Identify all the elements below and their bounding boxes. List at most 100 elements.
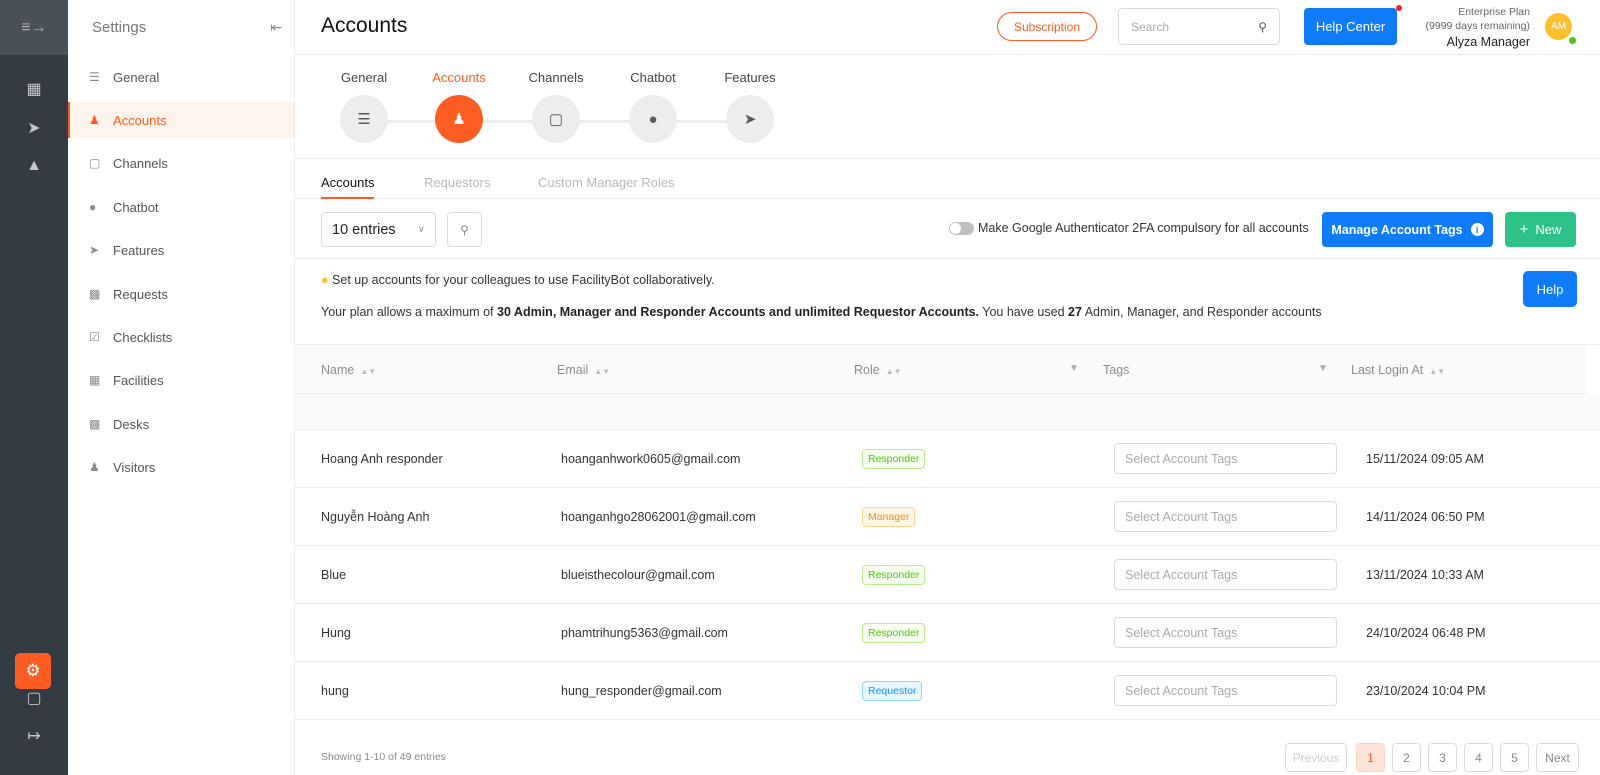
info-icon: i [1470, 223, 1484, 236]
dashboard-icon[interactable]: ▦ [0, 79, 68, 99]
building-icon[interactable]: ▲ [0, 157, 68, 175]
user-group-icon: ♟ [89, 113, 100, 127]
step-channels[interactable]: Channels ▢ [507, 70, 605, 143]
column-role[interactable]: Role ▲▼ [854, 363, 902, 377]
table-row[interactable]: Hoang Anh responder hoanganhwork0605@gma… [295, 430, 1600, 488]
plan-limit-text: Your plan allows a maximum of 30 Admin, … [321, 305, 1322, 319]
sidebar-item-general[interactable]: ☰ General [68, 59, 294, 95]
manage-account-tags-button[interactable]: Manage Account Tags i [1322, 212, 1493, 247]
column-last-login[interactable]: Last Login At ▲▼ [1351, 363, 1445, 377]
rocket-icon: ➤ [726, 95, 774, 143]
help-center-button[interactable]: Help Center [1304, 8, 1397, 45]
account-tags-select[interactable]: Select Account Tags [1114, 559, 1337, 590]
page-2-button[interactable]: 2 [1392, 743, 1421, 772]
search-icon: ⚲ [460, 222, 469, 237]
step-chatbot[interactable]: Chatbot ● [604, 70, 702, 143]
tab-requestors[interactable]: Requestors [424, 175, 490, 199]
calendar-icon: ▦ [89, 373, 101, 387]
role-badge: Responder [862, 449, 926, 469]
sliders-icon: ☰ [340, 95, 388, 143]
step-features[interactable]: Features ➤ [701, 70, 799, 143]
table-header: Name ▲▼ Email ▲▼ Role ▲▼ ▼ Tags ▼ Last Logi… [295, 345, 1586, 394]
account-tags-select[interactable]: Select Account Tags [1114, 501, 1337, 532]
table-row[interactable]: Blue blueisthecolour@gmail.com Responder… [295, 546, 1600, 604]
sidebar-item-checklists[interactable]: ☑ Checklists [68, 319, 294, 355]
visitor-icon: ♟ [89, 460, 100, 474]
menu-fold-icon[interactable]: ≡→ [0, 0, 68, 55]
step-accounts[interactable]: Accounts ♟ [410, 70, 508, 143]
sort-icon[interactable]: ▲▼ [594, 367, 610, 376]
step-general[interactable]: General ☰ [315, 70, 413, 143]
new-account-button[interactable]: + New [1505, 212, 1576, 247]
plan-info: Enterprise Plan (9999 days remaining) Al… [1405, 5, 1530, 49]
sidebar-item-desks[interactable]: ▩ Desks [68, 406, 294, 442]
page-4-button[interactable]: 4 [1464, 743, 1493, 772]
twofa-label: Make Google Authenticator 2FA compulsory… [978, 221, 1309, 235]
sidebar-title: Settings [92, 19, 147, 36]
chat-icon: ● [629, 95, 677, 143]
sidebar-item-channels[interactable]: ▢ Channels [68, 145, 294, 181]
account-tags-select[interactable]: Select Account Tags [1114, 443, 1337, 474]
sidebar-item-facilities[interactable]: ▦ Facilities [68, 362, 294, 398]
desk-icon: ▩ [89, 417, 101, 431]
search-placeholder: Search [1131, 19, 1170, 34]
cube-icon[interactable]: ▢ [0, 688, 68, 708]
checklist-icon: ☑ [89, 330, 100, 344]
page-title: Accounts [321, 14, 408, 37]
tab-custom-manager-roles[interactable]: Custom Manager Roles [538, 175, 675, 199]
twofa-toggle[interactable] [949, 221, 974, 235]
search-icon: ⚲ [1258, 19, 1267, 34]
previous-page-button[interactable]: Previous [1285, 743, 1347, 772]
accounts-info: ● Set up accounts for your colleagues to… [295, 259, 1600, 345]
account-tags-select[interactable]: Select Account Tags [1114, 675, 1337, 706]
help-button[interactable]: Help [1523, 271, 1577, 307]
logout-icon[interactable]: ↦ [0, 726, 68, 746]
sort-icon[interactable]: ▲▼ [1429, 367, 1445, 376]
collapse-icon[interactable]: ⇤ [270, 19, 282, 36]
table-search-button[interactable]: ⚲ [447, 212, 482, 247]
search-input[interactable]: Search ⚲ [1118, 8, 1280, 45]
sidebar-item-chatbot[interactable]: ● Chatbot [68, 189, 294, 225]
sidebar-item-visitors[interactable]: ♟ Visitors [68, 449, 294, 485]
subscription-button[interactable]: Subscription [997, 12, 1097, 41]
role-filter-icon[interactable]: ▼ [1069, 363, 1079, 374]
tab-accounts[interactable]: Accounts [321, 175, 375, 199]
plus-icon: + [1519, 221, 1529, 238]
plan-name: Enterprise Plan [1458, 6, 1530, 18]
table-row[interactable]: hung hung_responder@gmail.com Requestor … [295, 662, 1600, 720]
account-tags-select[interactable]: Select Account Tags [1114, 617, 1337, 648]
page-5-button[interactable]: 5 [1500, 743, 1529, 772]
page-3-button[interactable]: 3 [1428, 743, 1457, 772]
avatar[interactable]: AM [1545, 13, 1572, 40]
tags-filter-icon[interactable]: ▼ [1318, 363, 1328, 374]
settings-steps: General ☰ Accounts ♟ Channels ▢ Chatbot … [295, 55, 1600, 159]
chevron-down-icon: ∨ [417, 224, 425, 235]
column-name[interactable]: Name ▲▼ [321, 363, 376, 377]
column-tags: Tags [1103, 363, 1130, 377]
page-1-button[interactable]: 1 [1356, 743, 1385, 772]
sort-icon[interactable]: ▲▼ [360, 367, 376, 376]
next-page-button[interactable]: Next [1536, 743, 1579, 772]
settings-sidebar: Settings ⇤ ☰ General ♟ Accounts ▢ Channels … [68, 0, 295, 775]
question-icon: ▩ [89, 287, 101, 301]
entries-select[interactable]: 10 entries ∨ [321, 212, 436, 247]
plan-remaining: (9999 days remaining) [1425, 20, 1530, 32]
sort-icon[interactable]: ▲▼ [886, 367, 902, 376]
sidebar-item-accounts[interactable]: ♟ Accounts [68, 102, 294, 138]
sidebar-item-features[interactable]: ➤ Features [68, 232, 294, 268]
settings-gear-icon[interactable]: ⚙ [15, 653, 51, 689]
table-spacer [295, 394, 1600, 430]
sidebar-item-requests[interactable]: ▩ Requests [68, 276, 294, 312]
role-badge: Manager [862, 507, 916, 527]
table-row[interactable]: Nguyễn Hoàng Anh hoanganhgo28062001@gmai… [295, 488, 1600, 546]
table-controls: 10 entries ∨ ⚲ Make Google Authenticator… [295, 199, 1600, 259]
rocket-icon[interactable]: ➤ [0, 118, 68, 138]
account-subtabs: Accounts Requestors Custom Manager Roles [295, 159, 1600, 199]
cube-icon: ▢ [532, 95, 580, 143]
column-email[interactable]: Email ▲▼ [557, 363, 610, 377]
top-header: Accounts Subscription Search ⚲ Help Cent… [295, 0, 1600, 55]
showing-entries-text: Showing 1-10 of 49 entries [321, 751, 446, 763]
role-badge: Responder [862, 623, 926, 643]
table-row[interactable]: Hung phamtrihung5363@gmail.com Responder… [295, 604, 1600, 662]
tip-text: ● Set up accounts for your colleagues to… [321, 273, 715, 287]
